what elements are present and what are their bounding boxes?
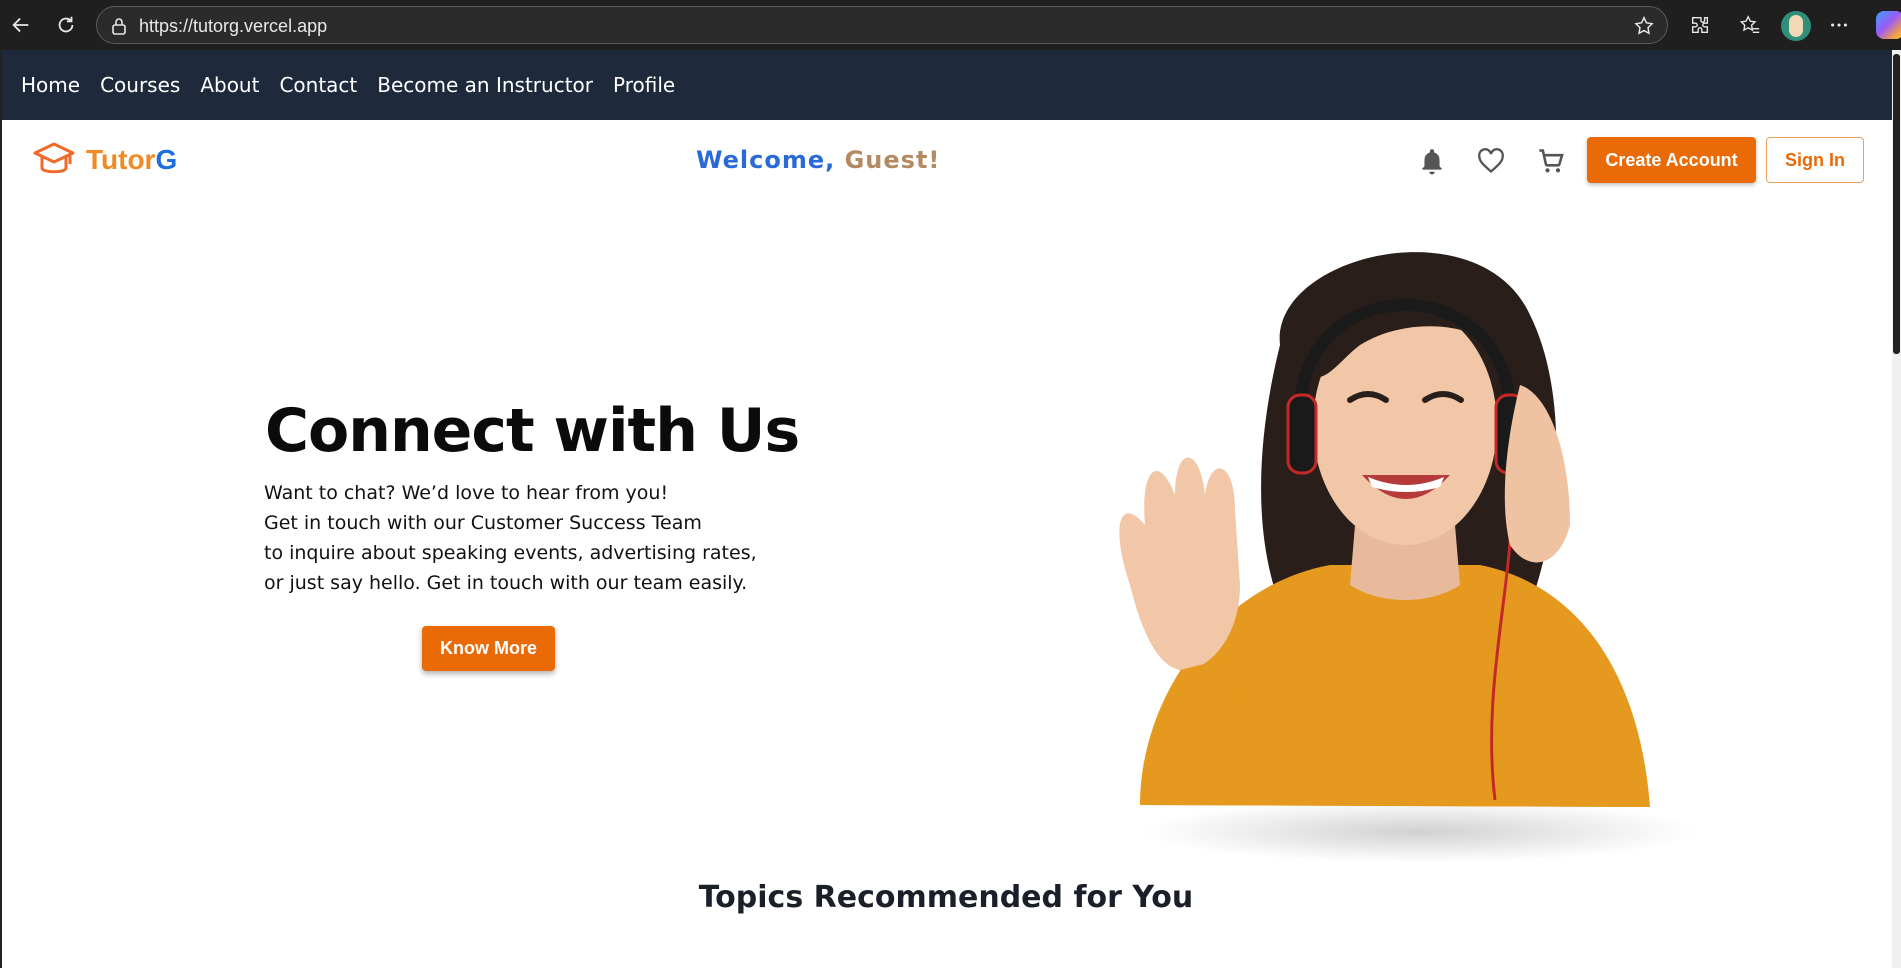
profile-avatar[interactable]	[1781, 11, 1811, 41]
site-nav: Home Courses About Contact Become an Ins…	[0, 50, 1892, 120]
more-options-icon[interactable]	[1826, 12, 1852, 38]
extensions-icon[interactable]	[1687, 12, 1713, 38]
nav-courses[interactable]: Courses	[100, 73, 180, 97]
welcome-message: Welcome, Guest!	[696, 146, 940, 174]
nav-contact[interactable]: Contact	[279, 73, 357, 97]
nav-about[interactable]: About	[200, 73, 259, 97]
copilot-icon[interactable]	[1876, 11, 1901, 39]
heart-icon[interactable]	[1474, 144, 1508, 178]
refresh-icon[interactable]	[53, 12, 79, 38]
site-header: TutorG Welcome, Guest! Create Account Si…	[2, 120, 1892, 200]
topics-section-title: Topics Recommended for You	[698, 880, 1194, 915]
welcome-greeting: Welcome,	[696, 146, 836, 174]
brand-name: TutorG	[86, 144, 177, 176]
hero-line: Want to chat? We’d love to hear from you…	[264, 482, 669, 504]
brand-name-g: G	[155, 144, 178, 175]
favorites-icon[interactable]	[1737, 12, 1763, 38]
lock-icon	[112, 18, 126, 35]
graduation-cap-icon	[33, 142, 75, 174]
bell-icon[interactable]	[1415, 144, 1449, 178]
hero-image-woman-waving	[1119, 252, 1650, 807]
logo[interactable]: TutorG	[32, 140, 177, 180]
cart-icon[interactable]	[1534, 144, 1568, 178]
address-bar[interactable]: https://tutorg.vercel.app	[96, 6, 1668, 44]
url-text[interactable]: https://tutorg.vercel.app	[139, 16, 327, 37]
nav-become-instructor[interactable]: Become an Instructor	[377, 73, 593, 97]
back-icon[interactable]	[8, 12, 34, 38]
hero-line: or just say hello. Get in touch with our…	[264, 572, 748, 594]
favorite-star-icon[interactable]	[1633, 15, 1655, 37]
browser-toolbar: https://tutorg.vercel.app	[0, 0, 1901, 50]
create-account-button[interactable]: Create Account	[1587, 137, 1756, 183]
hero-line: to inquire about speaking events, advert…	[264, 542, 757, 564]
scrollbar-thumb[interactable]	[1893, 54, 1900, 354]
hero-description: Want to chat? We’d love to hear from you…	[264, 478, 757, 598]
sign-in-button[interactable]: Sign In	[1766, 137, 1864, 183]
nav-home[interactable]: Home	[21, 73, 80, 97]
hero-title: Connect with Us	[265, 396, 800, 466]
know-more-button[interactable]: Know More	[422, 626, 555, 671]
nav-profile[interactable]: Profile	[613, 73, 675, 97]
welcome-guest: Guest!	[844, 146, 941, 174]
brand-name-tutor: Tutor	[86, 144, 156, 175]
hero-line: Get in touch with our Customer Success T…	[264, 512, 702, 534]
